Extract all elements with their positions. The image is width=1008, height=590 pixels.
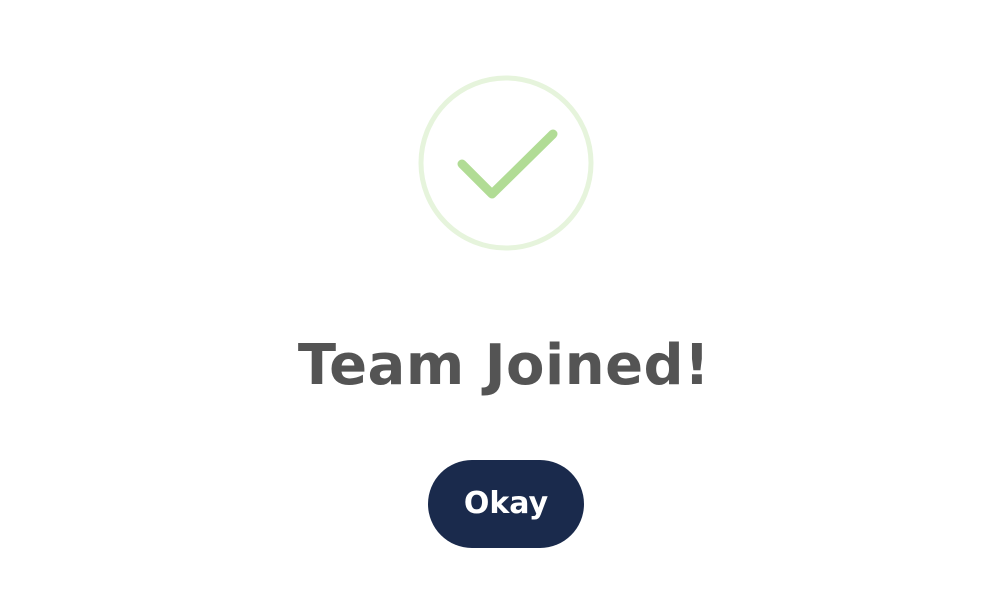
checkmark-circle-icon [418, 75, 594, 251]
success-dialog: Team Joined! Okay [0, 0, 1008, 590]
okay-button[interactable]: Okay [428, 460, 584, 548]
success-ring [418, 75, 594, 251]
check-mark [457, 129, 558, 199]
dialog-title: Team Joined! [297, 333, 711, 398]
